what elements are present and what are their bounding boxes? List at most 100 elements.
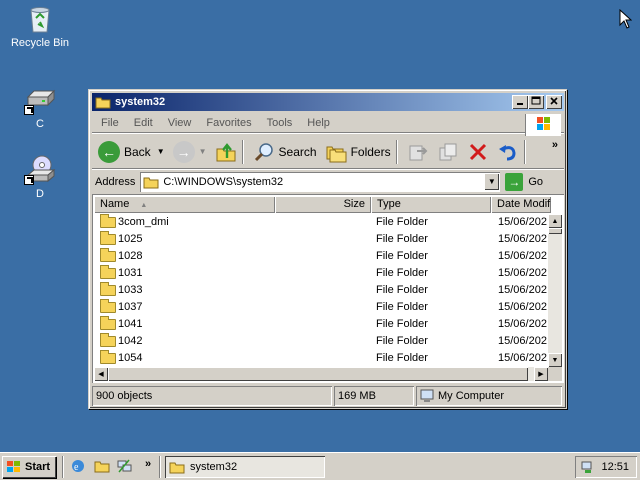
- go-button[interactable]: → Go: [505, 173, 543, 191]
- internet-explorer-icon[interactable]: e: [70, 458, 86, 474]
- back-button[interactable]: ← Back ▼: [96, 138, 167, 166]
- row-date: 15/06/202: [498, 318, 547, 330]
- row-name: 1042: [118, 335, 143, 347]
- standard-toolbar: ← Back ▼ → ▼ Search Folders »: [92, 135, 564, 169]
- menu-edit[interactable]: Edit: [128, 117, 159, 129]
- table-row[interactable]: 1031 File Folder 15/06/202: [94, 265, 550, 282]
- copy-to-button[interactable]: [435, 138, 461, 166]
- status-location-label: My Computer: [438, 390, 505, 402]
- maximize-button[interactable]: [528, 95, 544, 109]
- table-row[interactable]: 1042 File Folder 15/06/202: [94, 333, 550, 350]
- table-row[interactable]: 3com_dmi File Folder 15/06/202: [94, 214, 550, 231]
- row-name: 1041: [118, 318, 143, 330]
- shortcut-arrow-icon: [24, 105, 34, 115]
- desktop-icon-recycle-bin[interactable]: Recycle Bin: [0, 2, 80, 49]
- menu-favorites[interactable]: Favorites: [200, 117, 257, 129]
- toolbar-more-button[interactable]: »: [552, 139, 558, 151]
- move-to-icon: [409, 145, 427, 160]
- row-date: 15/06/202: [498, 352, 547, 364]
- explorer-folder-icon[interactable]: [94, 458, 110, 474]
- status-size: 169 MB: [334, 386, 414, 406]
- row-type: File Folder: [376, 301, 428, 313]
- table-row[interactable]: 1037 File Folder 15/06/202: [94, 299, 550, 316]
- computer-icon: [420, 389, 434, 402]
- row-type: File Folder: [376, 318, 428, 330]
- start-label: Start: [25, 461, 51, 473]
- undo-button[interactable]: [495, 138, 521, 166]
- scroll-left-button[interactable]: ◀: [94, 367, 108, 381]
- row-date: 15/06/202: [498, 335, 547, 347]
- column-header-size[interactable]: Size: [275, 196, 371, 213]
- up-folder-icon: [216, 142, 236, 161]
- delete-icon: [469, 143, 486, 160]
- desktop-icon-label: C: [36, 118, 44, 130]
- forward-button[interactable]: → ▼: [171, 138, 209, 166]
- close-icon: [550, 97, 558, 105]
- desktop-icon-c-drive[interactable]: C: [0, 83, 80, 130]
- folder-icon: [100, 214, 116, 228]
- hard-drive-icon: [24, 83, 56, 115]
- task-button-system32[interactable]: system32: [165, 456, 325, 478]
- address-value: C:\WINDOWS\system32: [163, 176, 284, 188]
- table-row[interactable]: 1025 File Folder 15/06/202: [94, 231, 550, 248]
- row-name: 1028: [118, 250, 143, 262]
- table-row[interactable]: 1033 File Folder 15/06/202: [94, 282, 550, 299]
- column-header-type[interactable]: Type: [371, 196, 491, 213]
- column-type-label: Type: [377, 198, 401, 210]
- address-bar: Address C:\WINDOWS\system32 ▼ → Go: [92, 171, 564, 193]
- folders-label: Folders: [350, 144, 391, 159]
- quicklaunch-more-button[interactable]: »: [145, 458, 151, 470]
- folders-button[interactable]: Folders: [323, 138, 393, 166]
- explorer-window: system32 File Edit View Favorites Tools …: [88, 89, 567, 409]
- scroll-thumb[interactable]: [548, 228, 562, 234]
- table-row[interactable]: 1041 File Folder 15/06/202: [94, 316, 550, 333]
- start-button[interactable]: Start: [2, 456, 56, 478]
- file-rows: 3com_dmi File Folder 15/06/202 1025 File…: [94, 214, 550, 367]
- clock[interactable]: 12:51: [601, 461, 629, 473]
- horizontal-scrollbar[interactable]: ◀ ▶: [94, 367, 548, 381]
- mouse-cursor-icon: [619, 9, 632, 29]
- search-button[interactable]: Search: [251, 138, 319, 166]
- address-dropdown-button[interactable]: ▼: [484, 173, 500, 190]
- desktop-icon-d-drive[interactable]: D: [0, 153, 80, 200]
- menu-tools[interactable]: Tools: [261, 117, 299, 129]
- table-row[interactable]: 1028 File Folder 15/06/202: [94, 248, 550, 265]
- chevron-down-icon: ▼: [487, 177, 496, 186]
- row-type: File Folder: [376, 267, 428, 279]
- desktop-icon-label: Recycle Bin: [10, 37, 70, 49]
- forward-arrow-icon: →: [172, 140, 195, 163]
- vertical-scrollbar[interactable]: ▲ ▼: [548, 214, 562, 367]
- move-to-button[interactable]: [405, 138, 431, 166]
- chevron-up-icon: ▲: [551, 217, 559, 225]
- horizontal-scroll-thumb[interactable]: [108, 367, 528, 381]
- status-object-count: 900 objects: [92, 386, 332, 406]
- column-header-name[interactable]: Name ▲: [94, 196, 275, 213]
- status-location: My Computer: [416, 386, 562, 406]
- scroll-down-button[interactable]: ▼: [548, 353, 562, 367]
- title-bar[interactable]: system32: [92, 93, 564, 111]
- row-date: 15/06/202: [498, 267, 547, 279]
- undo-icon: [498, 144, 516, 160]
- scroll-right-button[interactable]: ▶: [534, 367, 548, 381]
- menu-view[interactable]: View: [162, 117, 198, 129]
- table-row[interactable]: 1054 File Folder 15/06/202: [94, 350, 550, 367]
- back-arrow-icon: ←: [98, 140, 120, 163]
- shortcut-arrow-icon: [24, 175, 34, 185]
- folder-icon: [100, 231, 116, 245]
- row-name: 1031: [118, 267, 143, 279]
- network-icon[interactable]: [116, 458, 132, 474]
- row-date: 15/06/202: [498, 250, 547, 262]
- back-dropdown-icon[interactable]: ▼: [157, 147, 165, 156]
- address-input[interactable]: C:\WINDOWS\system32 ▼: [140, 172, 501, 192]
- up-folder-button[interactable]: [213, 138, 239, 166]
- forward-dropdown-icon[interactable]: ▼: [199, 147, 207, 156]
- close-button[interactable]: [546, 95, 562, 109]
- scroll-up-button[interactable]: ▲: [548, 214, 562, 228]
- network-tray-icon[interactable]: [580, 459, 596, 475]
- minimize-button[interactable]: [512, 95, 528, 109]
- back-label: Back: [124, 144, 151, 159]
- menu-help[interactable]: Help: [301, 117, 336, 129]
- delete-button[interactable]: [465, 138, 491, 166]
- column-header-date[interactable]: Date Modifi: [491, 196, 551, 213]
- menu-file[interactable]: File: [95, 117, 125, 129]
